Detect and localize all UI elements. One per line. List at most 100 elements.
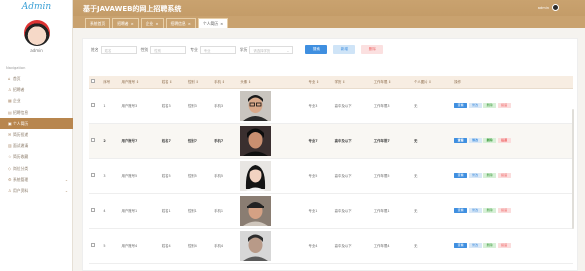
cell-years: 工作年限1 <box>371 193 412 229</box>
scrollbar[interactable] <box>572 109 574 229</box>
tab[interactable]: 个人简历 × <box>197 18 229 28</box>
delete-row-button[interactable]: 删除 <box>483 173 497 178</box>
table-row[interactable]: 3 用户账号5 姓名5 性别5 手机5 专业5 高中及以下 工作年限5 无查看 修改 删除 投递 <box>89 158 573 194</box>
row-checkbox-cell <box>89 193 102 229</box>
close-icon[interactable]: × <box>155 21 158 26</box>
table-row[interactable]: 4 用户账号1 姓名1 性别1 手机1 专业1 高中及以下 工作年限1 无查看 修改 删除 投递 <box>89 193 573 229</box>
deliver-button[interactable]: 投递 <box>497 243 511 248</box>
sidebar-item[interactable]: ⌂ 首页 <box>0 73 73 84</box>
table-row[interactable]: 1 用户账号3 姓名3 性别3 手机3 专业3 高中及以下 工作年限3 无查看 修改 删除 投递 <box>89 88 573 124</box>
tab[interactable]: 招聘者 × <box>112 18 139 28</box>
page-title: 基于JAVAWEB的网上招聘系统 <box>83 5 182 13</box>
row-checkbox-cell <box>89 228 102 264</box>
cell-gender: 性别5 <box>185 158 213 194</box>
edit-button[interactable]: 修改 <box>468 173 482 178</box>
cell-pic: 无 <box>411 193 453 229</box>
cell-name: 姓名5 <box>159 158 186 194</box>
header-username[interactable]: admin <box>538 6 549 10</box>
sidebar-item-label: 个人简历 <box>13 120 29 126</box>
delete-row-button[interactable]: 删除 <box>483 138 497 143</box>
row-actions: 查看 修改 删除 投递 <box>454 103 573 108</box>
view-button[interactable]: 查看 <box>454 103 468 108</box>
actions-cell: 查看 修改 删除 投递 <box>452 228 573 264</box>
deliver-button[interactable]: 投递 <box>497 173 511 178</box>
actions-cell: 查看 修改 删除 投递 <box>452 193 573 229</box>
sidebar-item[interactable]: ♙ 招聘者 <box>0 84 73 95</box>
delete-button[interactable]: 删除 <box>361 45 384 54</box>
cell-pic: 无 <box>411 123 453 159</box>
sidebar-item[interactable]: ▦ 企业 <box>0 95 73 106</box>
app-logo: Admin <box>21 2 52 12</box>
column-header: 姓名 ↕ <box>159 76 186 89</box>
close-icon[interactable]: × <box>131 21 134 26</box>
row-checkbox-cell <box>89 88 102 124</box>
close-icon[interactable]: × <box>220 21 223 26</box>
edit-button[interactable]: 修改 <box>468 243 482 248</box>
row-checkbox[interactable] <box>91 173 95 177</box>
cell-gender: 性别4 <box>185 228 213 264</box>
header-avatar[interactable] <box>552 4 559 11</box>
cell-years: 工作年限3 <box>371 88 412 124</box>
tab-bar: 系统首页 招聘者 × 企业 × 招聘信息 × 个人简历 × <box>73 16 585 28</box>
sidebar-item[interactable]: ▥ 面试邀请 <box>0 140 73 151</box>
sidebar-item[interactable]: ▣ 个人简历 <box>0 117 73 129</box>
edit-button[interactable]: 修改 <box>468 103 482 108</box>
avatar-photo <box>240 230 306 261</box>
search-button[interactable]: 搜索 <box>305 45 328 54</box>
cell-gender: 性别1 <box>185 193 213 229</box>
major-input[interactable]: 专业 <box>199 45 236 54</box>
sidebar-item[interactable]: ☆ 简历收藏 <box>0 151 73 162</box>
cell-edu: 高中及以下 <box>332 88 372 124</box>
avatar-photo <box>240 195 306 226</box>
sidebar-item[interactable]: ♙ 用户资料 ⌄ <box>0 185 73 196</box>
edit-button[interactable]: 修改 <box>468 138 482 143</box>
cell-gender: 性别7 <box>185 123 213 159</box>
view-button[interactable]: 查看 <box>454 138 468 143</box>
row-checkbox[interactable] <box>91 243 95 247</box>
cell-name: 姓名7 <box>159 123 186 159</box>
search-bar: 姓名 姓名 性别 性别 专业 专业 学历 请选择学历 ⌄ 搜索 新增 删除 <box>89 45 384 54</box>
cell-account: 用户账号5 <box>119 158 160 194</box>
delete-row-button[interactable]: 删除 <box>483 103 497 108</box>
actions-cell: 查看 修改 删除 投递 <box>452 88 573 124</box>
tab-label: 招聘信息 <box>170 21 186 26</box>
edit-button[interactable]: 修改 <box>468 208 482 213</box>
sidebar-item-label: 首页 <box>13 76 21 81</box>
row-checkbox-cell <box>89 123 102 159</box>
sidebar-item[interactable]: ◇ 岗位分类 <box>0 163 73 174</box>
tab[interactable]: 企业 × <box>140 18 164 28</box>
column-header: 序号 <box>101 76 120 89</box>
table-row[interactable]: 5 用户账号4 姓名4 性别4 手机4 专业4 高中及以下 工作年限4 无查看 修改 删除 投递 <box>89 228 573 264</box>
sidebar-item[interactable]: ⚙ 系统管理 ⌄ <box>0 174 73 185</box>
sidebar-menu: ⌂ 首页 ♙ 招聘者 ▦ 企业 ▤ 招聘信息 ▣ 个人简历 ✉ 简历投递 ▥ 面试邀请 ☆ 简历收藏 ◇ 岗位分类… <box>0 73 73 196</box>
deliver-button[interactable]: 投递 <box>497 208 511 213</box>
sidebar-item-label: 招聘信息 <box>13 109 29 115</box>
tab-label: 招聘者 <box>117 21 129 26</box>
avatar[interactable] <box>24 20 50 46</box>
delete-row-button[interactable]: 删除 <box>483 208 497 213</box>
select-all-checkbox[interactable] <box>91 79 95 84</box>
actions-cell: 查看 修改 删除 投递 <box>452 158 573 194</box>
row-checkbox[interactable] <box>91 138 95 142</box>
gender-input[interactable]: 性别 <box>150 45 187 54</box>
add-button[interactable]: 新增 <box>333 45 356 54</box>
row-checkbox[interactable] <box>91 208 95 212</box>
close-icon[interactable]: × <box>188 21 191 26</box>
education-select[interactable]: 请选择学历 ⌄ <box>249 45 294 54</box>
sidebar-item[interactable]: ✉ 简历投递 <box>0 129 73 140</box>
name-input[interactable]: 姓名 <box>100 45 137 54</box>
delete-row-button[interactable]: 删除 <box>483 243 497 248</box>
deliver-button[interactable]: 投递 <box>497 138 511 143</box>
table-body: 1 用户账号3 姓名3 性别3 手机3 专业3 高中及以下 工作年限3 无查看 修改 删除 投递 2 用户… <box>89 88 573 264</box>
column-header: 个人图片 ↕ <box>411 76 453 89</box>
deliver-button[interactable]: 投递 <box>497 103 511 108</box>
view-button[interactable]: 查看 <box>454 208 468 213</box>
row-checkbox[interactable] <box>91 103 95 107</box>
column-header[interactable] <box>89 76 102 89</box>
tab[interactable]: 系统首页 <box>85 18 111 28</box>
view-button[interactable]: 查看 <box>454 243 468 248</box>
tab[interactable]: 招聘信息 × <box>165 18 196 28</box>
table-row[interactable]: 2 用户账号7 姓名7 性别7 手机7 专业7 高中及以下 工作年限7 无查看 修改 删除 投递 <box>89 123 573 159</box>
view-button[interactable]: 查看 <box>454 173 468 178</box>
sidebar-item[interactable]: ▤ 招聘信息 <box>0 107 73 118</box>
